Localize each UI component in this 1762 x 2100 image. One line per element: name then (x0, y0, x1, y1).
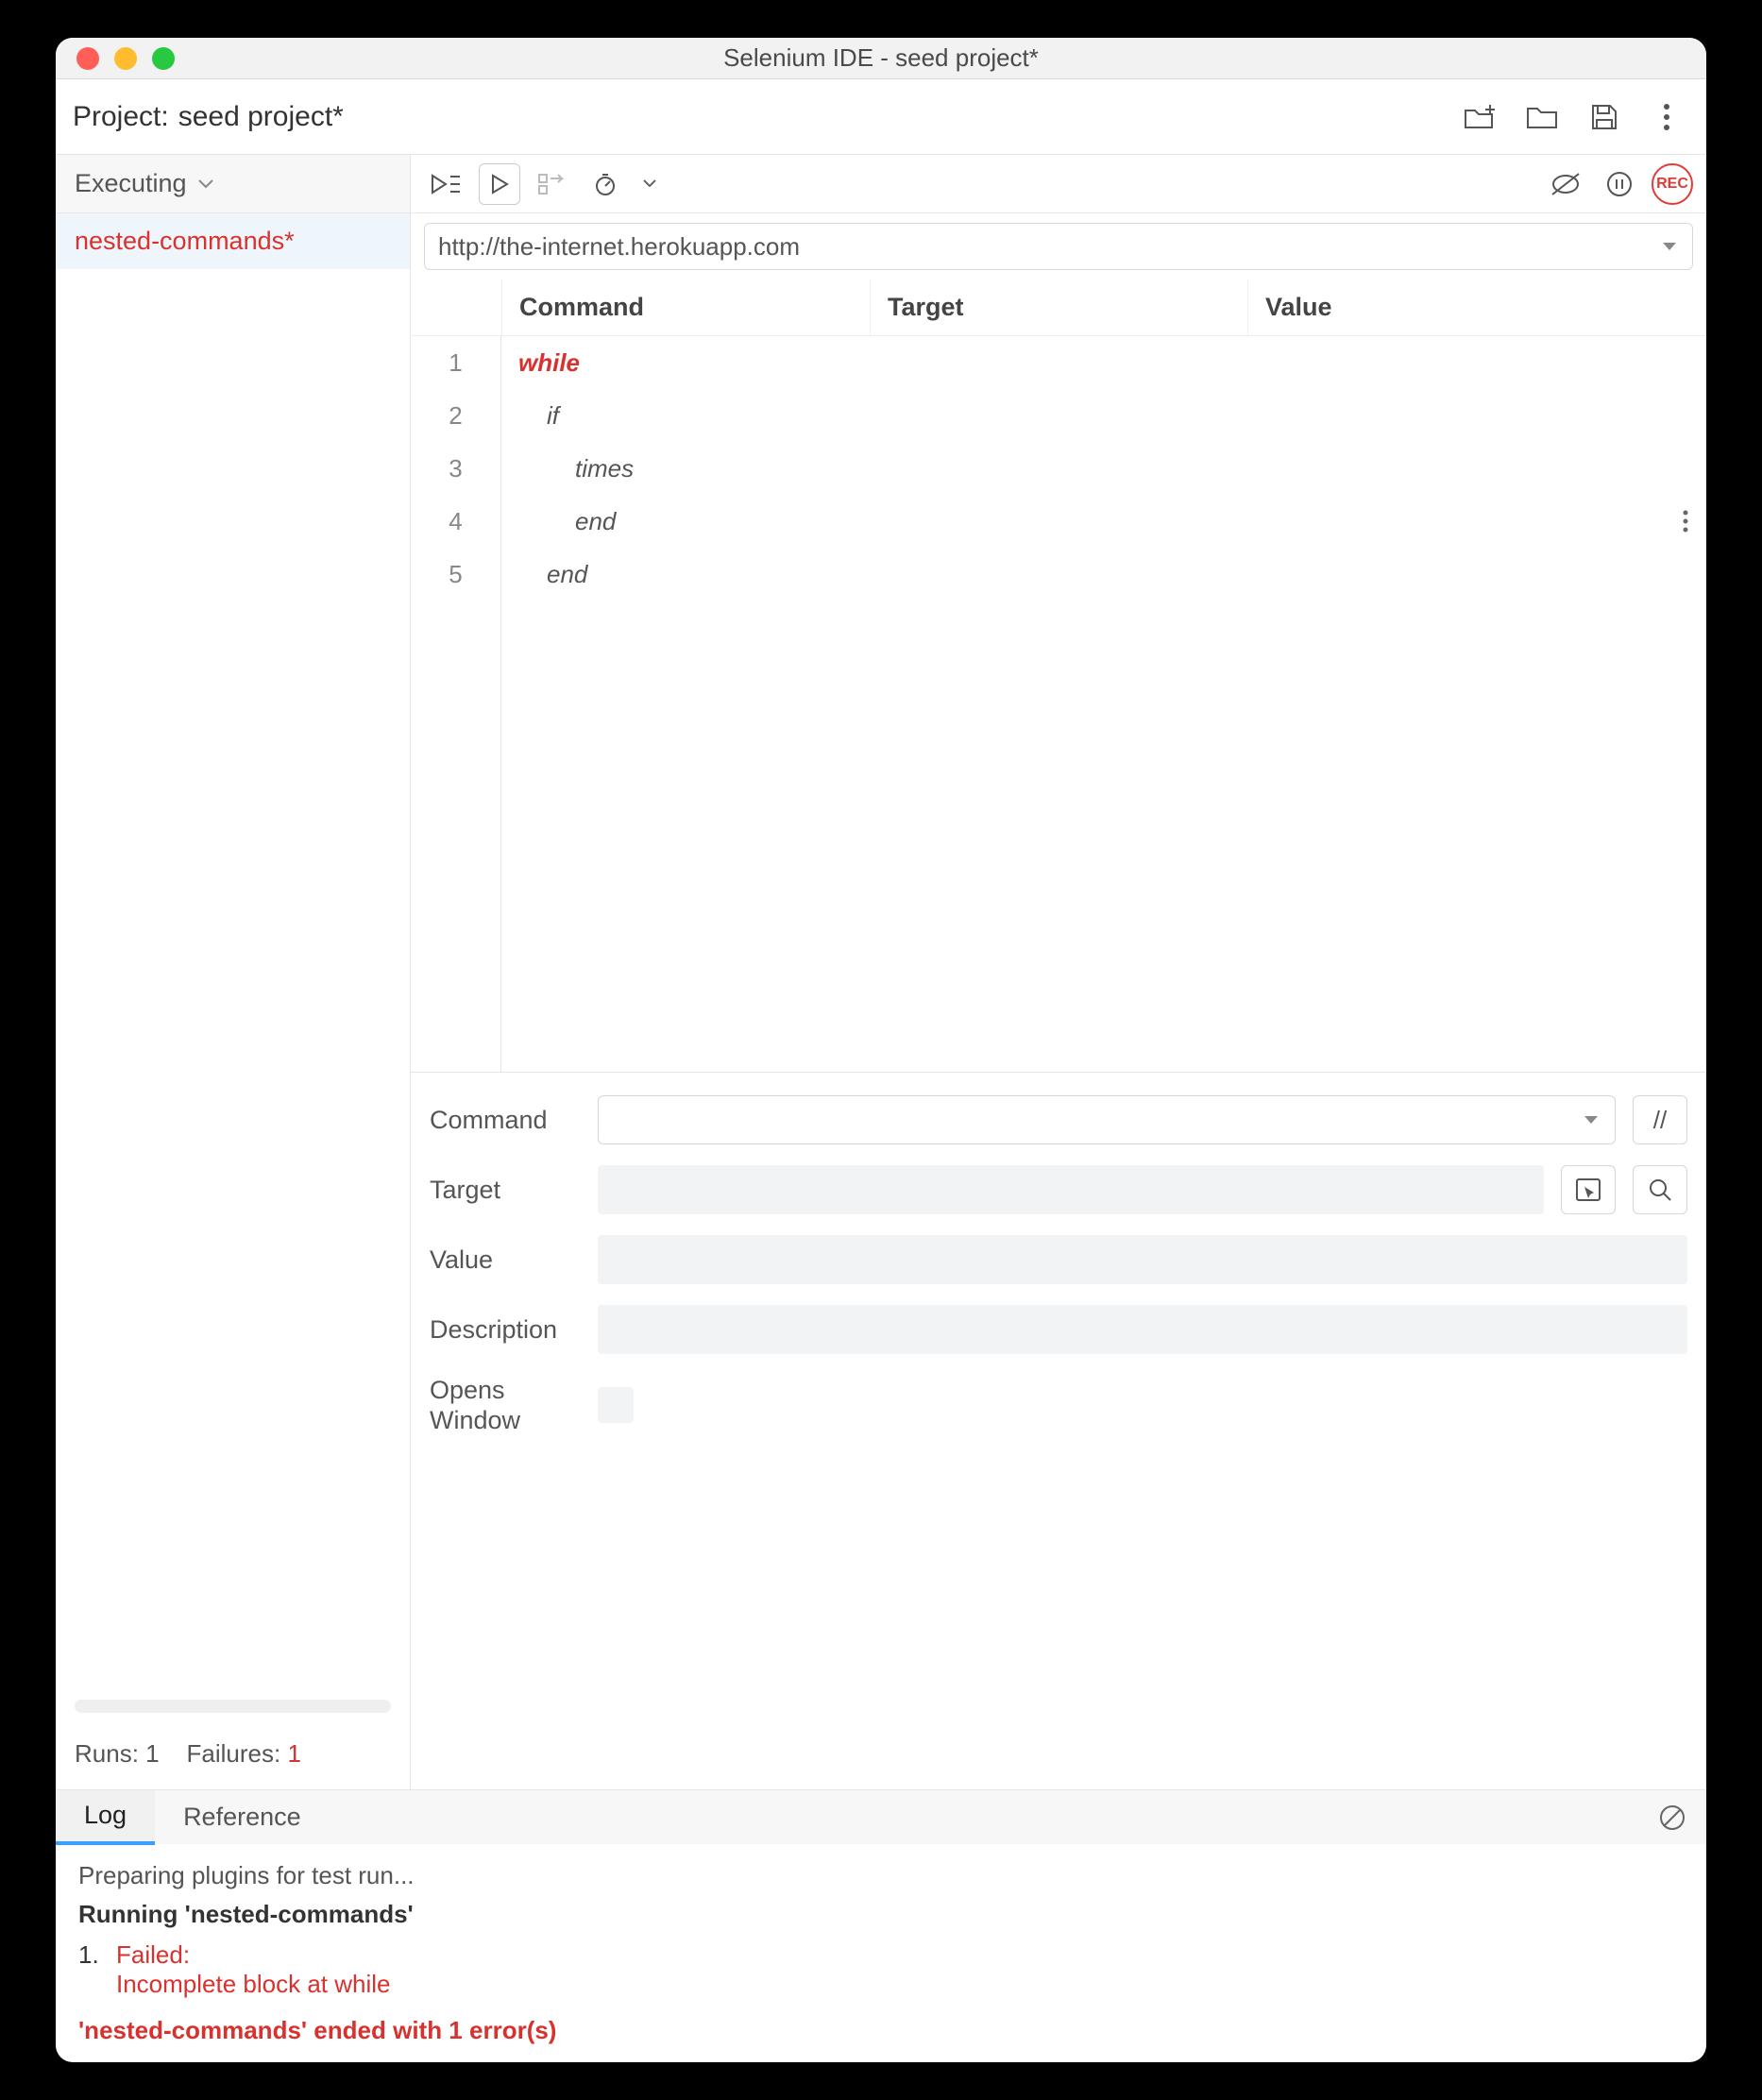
sidebar-scrollbar[interactable] (75, 1700, 391, 1713)
tab-reference[interactable]: Reference (155, 1790, 330, 1845)
sidebar-footer: Runs: 1 Failures: 1 (56, 1685, 410, 1789)
select-target-in-page-icon[interactable] (1561, 1165, 1616, 1214)
base-url-input[interactable] (424, 223, 1693, 270)
clear-log-icon[interactable] (1652, 1797, 1693, 1838)
test-item-label: nested-commands* (75, 227, 295, 255)
test-speed-icon[interactable] (585, 163, 626, 205)
open-project-icon[interactable] (1519, 94, 1565, 140)
detail-label-command: Command (430, 1106, 581, 1135)
failures-count: 1 (287, 1739, 300, 1768)
row-more-icon[interactable] (1682, 509, 1689, 533)
grid-rows: while if times end end (501, 336, 1706, 1072)
command-cell: times (501, 454, 634, 483)
line-number: 2 (411, 389, 500, 442)
more-menu-icon[interactable] (1644, 94, 1689, 140)
speed-dropdown-icon[interactable] (637, 163, 662, 205)
run-all-tests-icon[interactable] (424, 163, 467, 205)
command-grid-header: Command Target Value (411, 279, 1706, 336)
opens-window-checkbox[interactable] (598, 1387, 634, 1423)
sidebar: Executing nested-commands* Runs: 1 Failu… (56, 155, 411, 1789)
command-cell: if (501, 401, 559, 431)
detail-description-input[interactable] (598, 1305, 1687, 1354)
command-grid: 1 2 3 4 5 while if times (411, 336, 1706, 1073)
header-target: Target (870, 279, 1247, 335)
chevron-down-icon (198, 179, 213, 189)
line-number: 5 (411, 548, 500, 601)
app-window: Selenium IDE - seed project* Project: se… (56, 38, 1706, 2062)
project-label: Project: (73, 101, 169, 133)
tab-log[interactable]: Log (56, 1790, 155, 1845)
detail-label-value: Value (430, 1245, 581, 1275)
base-url-row (411, 213, 1706, 279)
tab-log-label: Log (84, 1801, 127, 1830)
project-bar: Project: seed project* (56, 79, 1706, 155)
detail-label-opens-window: Opens Window (430, 1375, 581, 1436)
failures-label: Failures: (187, 1739, 281, 1768)
command-row[interactable]: end (501, 495, 1706, 548)
command-row[interactable]: if (501, 389, 1706, 442)
log-step-index: 1. (78, 1940, 105, 1999)
editor-pane: REC Command Target Value 1 2 3 (411, 155, 1706, 1789)
detail-label-description: Description (430, 1315, 581, 1345)
runs-label: Runs: (75, 1739, 139, 1768)
line-number: 3 (411, 442, 500, 495)
command-row[interactable]: while (501, 336, 1706, 389)
command-cell: end (501, 560, 587, 589)
editor-toolbar: REC (411, 155, 1706, 213)
run-stats: Runs: 1 Failures: 1 (75, 1739, 391, 1769)
log-line-running: Running 'nested-commands' (78, 1900, 1684, 1929)
project-name: seed project* (178, 101, 344, 133)
detail-label-target: Target (430, 1176, 581, 1205)
record-button[interactable]: REC (1652, 163, 1693, 205)
toggle-comment-button[interactable]: // (1633, 1095, 1687, 1144)
line-number: 1 (411, 336, 500, 389)
sidebar-mode-label: Executing (75, 169, 187, 198)
command-row[interactable]: times (501, 442, 1706, 495)
titlebar: Selenium IDE - seed project* (56, 38, 1706, 79)
run-current-test-icon[interactable] (479, 163, 520, 205)
comment-glyph: // (1653, 1106, 1667, 1135)
command-cell: end (501, 507, 616, 536)
pause-icon[interactable] (1599, 163, 1640, 205)
detail-target-input[interactable] (598, 1165, 1544, 1214)
record-label: REC (1656, 176, 1688, 193)
save-project-icon[interactable] (1582, 94, 1627, 140)
new-project-icon[interactable] (1457, 94, 1502, 140)
log-step-status: Failed: (116, 1940, 390, 1970)
step-over-icon (532, 163, 573, 205)
log-step: 1. Failed: Incomplete block at while (78, 1940, 1684, 1999)
runs-count: 1 (145, 1739, 159, 1768)
log-panel: Preparing plugins for test run... Runnin… (56, 1844, 1706, 2062)
test-item-nested-commands[interactable]: nested-commands* (56, 213, 410, 269)
header-value: Value (1247, 279, 1706, 335)
line-number: 4 (411, 495, 500, 548)
header-command: Command (501, 279, 870, 335)
tab-reference-label: Reference (183, 1803, 301, 1832)
command-row[interactable]: end (501, 548, 1706, 601)
find-target-icon[interactable] (1633, 1165, 1687, 1214)
window-title: Selenium IDE - seed project* (56, 43, 1706, 73)
detail-value-input[interactable] (598, 1235, 1687, 1284)
command-details: Command // Target (411, 1073, 1706, 1466)
detail-command-select[interactable] (598, 1095, 1616, 1144)
log-line-preparing: Preparing plugins for test run... (78, 1861, 1684, 1890)
grid-gutter: 1 2 3 4 5 (411, 336, 501, 1072)
command-cell: while (501, 348, 580, 378)
bottom-tabs: Log Reference (56, 1789, 1706, 1844)
sidebar-header[interactable]: Executing (56, 155, 410, 213)
log-line-ended: 'nested-commands' ended with 1 error(s) (78, 2016, 1684, 2045)
log-step-message: Incomplete block at while (116, 1970, 390, 1999)
disable-breakpoints-icon[interactable] (1544, 163, 1587, 205)
main-area: Executing nested-commands* Runs: 1 Failu… (56, 155, 1706, 1789)
